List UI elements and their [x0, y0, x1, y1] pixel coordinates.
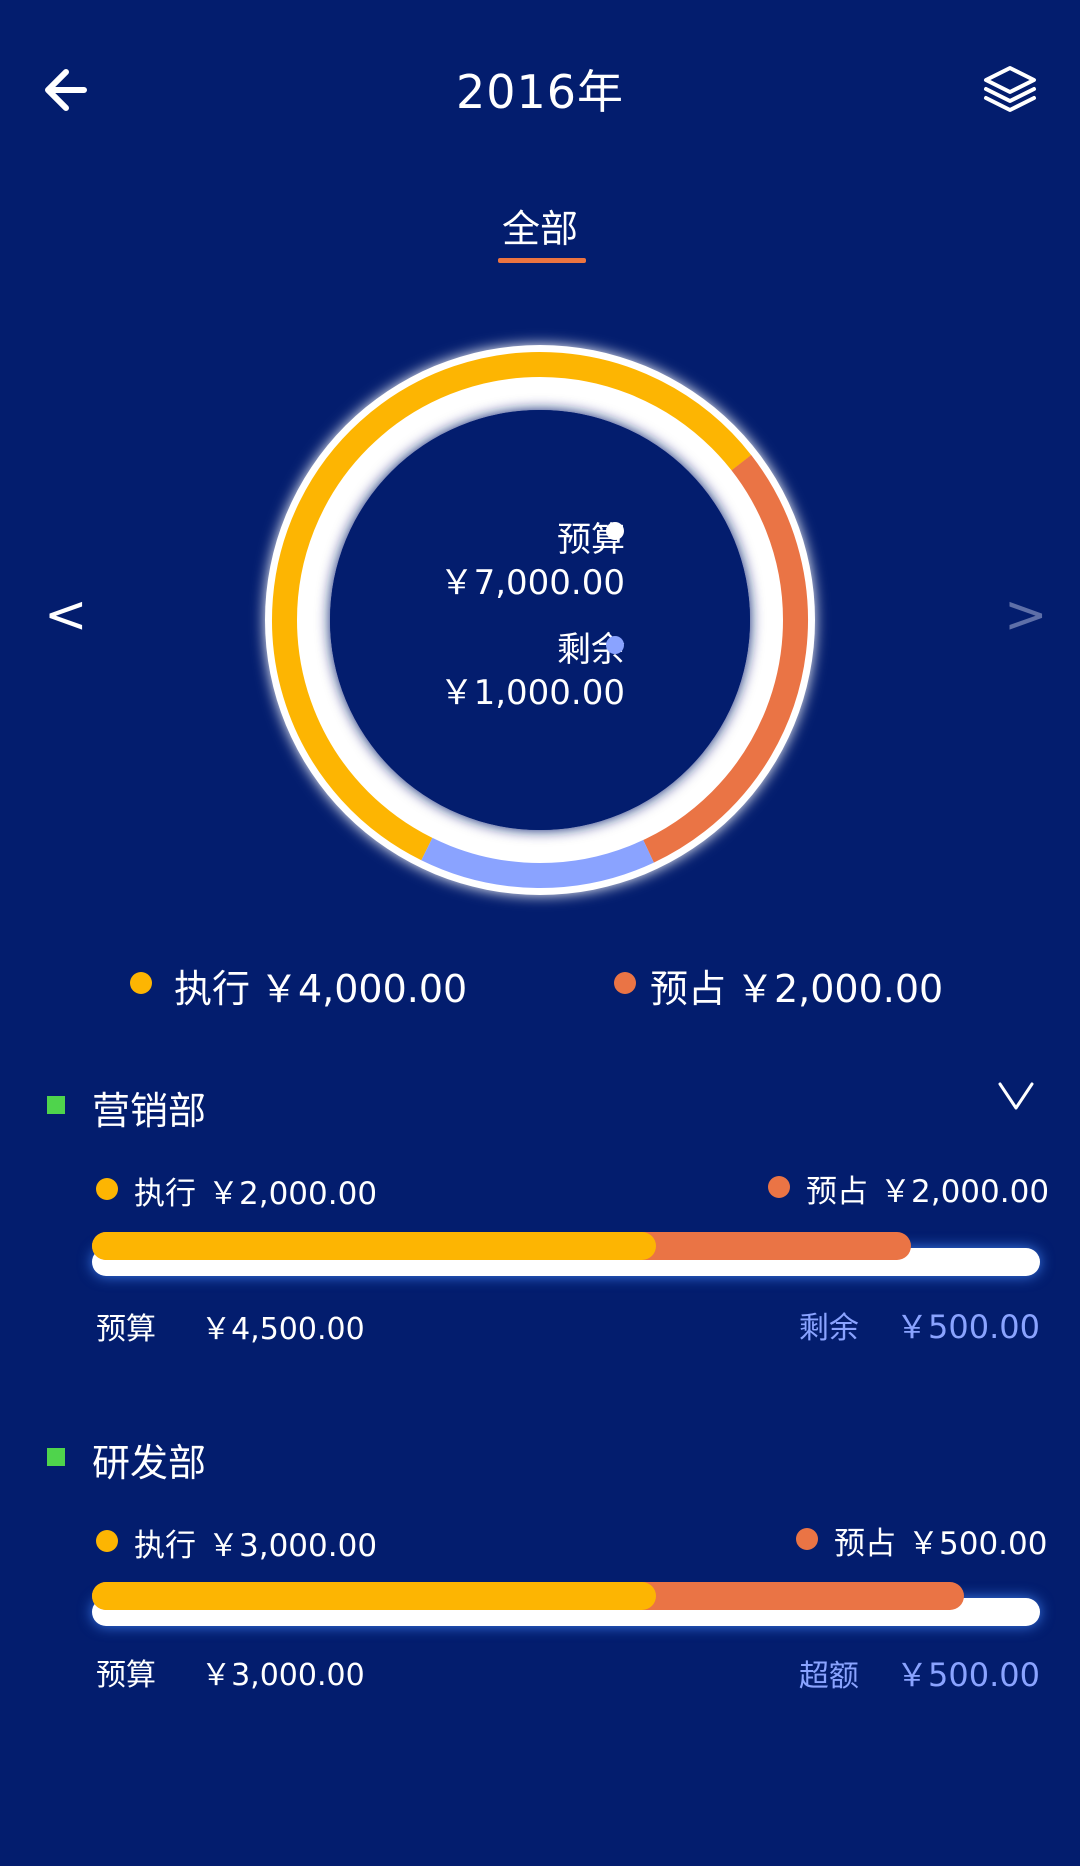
department-name: 营销部 [92, 1089, 207, 1133]
executed-value: ￥2,000.00 [208, 1176, 378, 1212]
budget-label: 预算 [557, 520, 625, 560]
legend-reserved-label: 预占 [650, 967, 727, 1011]
previous-arrow[interactable]: < [44, 585, 88, 645]
budget-dot [606, 522, 624, 540]
department-budget: 预算 ￥4,500.00 [96, 1304, 365, 1348]
budget-value: ￥7,000.00 [439, 563, 625, 603]
layers-icon [984, 66, 1036, 112]
executed-dot [96, 1178, 118, 1200]
executed-label: 执行 [134, 1528, 196, 1564]
budget-value: ￥3,000.00 [201, 1658, 365, 1693]
remaining-value: ￥1,000.00 [439, 673, 625, 713]
overrun-value: ￥500.00 [896, 1656, 1040, 1694]
department-marketing[interactable]: 营销部 执行 ￥2,000.00 预占 ￥2,000.00 预算 ￥4,500.… [0, 1070, 1080, 1370]
budget-value: ￥4,500.00 [201, 1312, 365, 1347]
remaining-label: 剩余 [557, 630, 625, 670]
executed-dot [130, 972, 152, 994]
tab-active-indicator [498, 258, 586, 263]
budget-label: 预算 [96, 1658, 156, 1693]
executed-dot [96, 1530, 118, 1552]
legend-reserved: 预占 ￥2,000.00 [614, 958, 954, 1011]
tab-all[interactable]: 全部 [490, 198, 590, 253]
budget-label: 预算 [96, 1312, 156, 1347]
remaining-label: 剩余 [798, 1311, 859, 1346]
chevron-down-icon [998, 1082, 1034, 1110]
executed-value: ￥3,000.00 [208, 1528, 378, 1564]
reserved-dot [768, 1176, 790, 1198]
legend-executed: 执行 ￥4,000.00 [130, 958, 470, 1011]
department-marker [47, 1448, 65, 1466]
legend-executed-label: 执行 [174, 967, 251, 1011]
reserved-label: 预占 [806, 1174, 868, 1210]
top-bar: 2016年 [0, 0, 1080, 180]
reserved-dot [796, 1528, 818, 1550]
legend-executed-value: ￥4,000.00 [260, 967, 468, 1011]
department-name: 研发部 [92, 1441, 207, 1485]
department-reserved: 预占 ￥2,000.00 [768, 1166, 1049, 1210]
executed-bar [92, 1582, 656, 1610]
page-title: 2016年 [455, 65, 625, 119]
executed-bar [92, 1232, 656, 1260]
reserved-label: 预占 [834, 1526, 896, 1562]
next-arrow[interactable]: > [1004, 585, 1048, 645]
reserved-value: ￥500.00 [908, 1526, 1048, 1562]
reserved-dot [614, 972, 636, 994]
remaining-dot [606, 636, 624, 654]
department-executed: 执行 ￥3,000.00 [96, 1520, 476, 1564]
department-reserved: 预占 ￥500.00 [796, 1518, 1047, 1562]
department-marker [47, 1096, 65, 1114]
department-executed: 执行 ￥2,000.00 [96, 1168, 476, 1212]
department-remaining: 剩余 ￥500.00 [799, 1302, 1040, 1348]
department-rnd[interactable]: 研发部 执行 ￥3,000.00 预占 ￥500.00 预算 ￥3,000.00… [0, 1422, 1080, 1722]
executed-label: 执行 [134, 1176, 196, 1212]
department-budget: 预算 ￥3,000.00 [96, 1650, 365, 1694]
department-overrun: 超额 ￥500.00 [799, 1650, 1040, 1696]
remaining-value: ￥500.00 [896, 1308, 1040, 1346]
overrun-label: 超额 [798, 1659, 859, 1694]
layers-button[interactable] [980, 60, 1040, 120]
expand-toggle[interactable] [996, 1076, 1036, 1120]
legend-reserved-value: ￥2,000.00 [736, 967, 944, 1011]
budget-donut-chart [265, 345, 815, 895]
reserved-value: ￥2,000.00 [880, 1174, 1050, 1210]
